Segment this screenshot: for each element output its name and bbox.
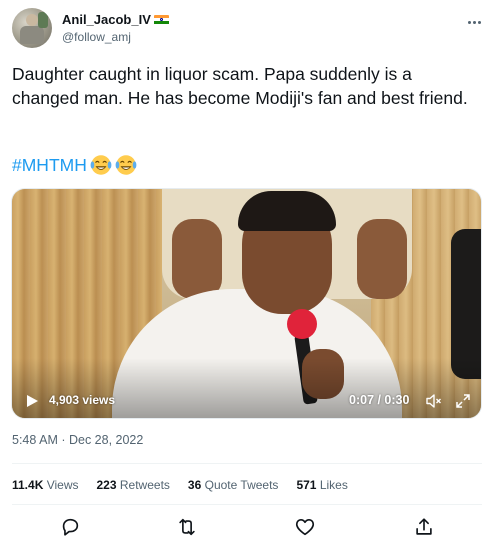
video-frame-hair	[238, 191, 336, 231]
author-display-name[interactable]: Anil_Jacob_IV	[62, 12, 151, 27]
video-player[interactable]: 4,903 views 0:07 / 0:30	[11, 188, 482, 419]
tweet-header: Anil_Jacob_IV @follow_amj	[12, 8, 488, 52]
video-frame-microphone	[287, 309, 317, 339]
share-icon[interactable]	[413, 516, 435, 538]
reply-icon[interactable]	[59, 516, 81, 538]
avatar-shape	[26, 14, 38, 26]
more-dot-icon	[477, 20, 481, 24]
more-dot-icon	[472, 20, 476, 24]
more-dot-icon	[467, 20, 471, 24]
fullscreen-icon[interactable]	[455, 393, 471, 409]
stat-value: 11.4K	[12, 478, 44, 492]
laughing-crying-emoji-icon	[115, 155, 137, 175]
author-handle[interactable]: @follow_amj	[62, 30, 131, 44]
divider	[12, 463, 482, 464]
tweet-stats: 11.4K Views 223 Retweets 36 Quote Tweets…	[12, 478, 348, 492]
video-frame-arm	[357, 219, 407, 299]
tweet-text: Daughter caught in liquor scam. Papa sud…	[12, 64, 468, 108]
india-flag-icon	[153, 14, 169, 25]
retweet-icon[interactable]	[176, 516, 198, 538]
laughing-crying-emoji-icon	[90, 155, 112, 175]
avatar[interactable]	[12, 8, 52, 48]
stat-value: 36	[187, 478, 202, 492]
video-controls-gradient	[12, 358, 481, 418]
muted-speaker-icon[interactable]	[426, 393, 442, 409]
divider	[12, 504, 482, 505]
tweet-actions	[12, 516, 482, 540]
stat-label: Views	[46, 478, 79, 492]
stat-quote-tweets[interactable]: 36 Quote Tweets	[188, 478, 279, 492]
stat-value: 571	[296, 478, 317, 492]
stat-retweets[interactable]: 223 Retweets	[97, 478, 170, 492]
play-icon[interactable]	[25, 394, 39, 408]
stat-label: Quote Tweets	[204, 478, 279, 492]
hashtag-row: #MHTMH	[12, 153, 137, 177]
like-heart-icon[interactable]	[294, 516, 316, 538]
hashtag-link[interactable]: #MHTMH	[12, 153, 87, 177]
stat-value: 223	[96, 478, 117, 492]
avatar-shape	[38, 12, 48, 28]
video-frame-dark-edge	[451, 229, 481, 379]
tweet-timestamp[interactable]: 5:48 AM · Dec 28, 2022	[12, 433, 143, 447]
video-view-count: 4,903 views	[49, 393, 116, 407]
more-options-button[interactable]	[464, 12, 484, 32]
stat-label: Likes	[319, 478, 348, 492]
stat-views[interactable]: 11.4K Views	[12, 478, 79, 492]
avatar-shape	[20, 26, 44, 44]
author-name-row[interactable]: Anil_Jacob_IV	[62, 12, 169, 27]
stat-likes[interactable]: 571 Likes	[296, 478, 347, 492]
stat-label: Retweets	[119, 478, 170, 492]
video-frame-arm	[172, 219, 222, 299]
video-timecode: 0:07 / 0:30	[349, 393, 410, 407]
